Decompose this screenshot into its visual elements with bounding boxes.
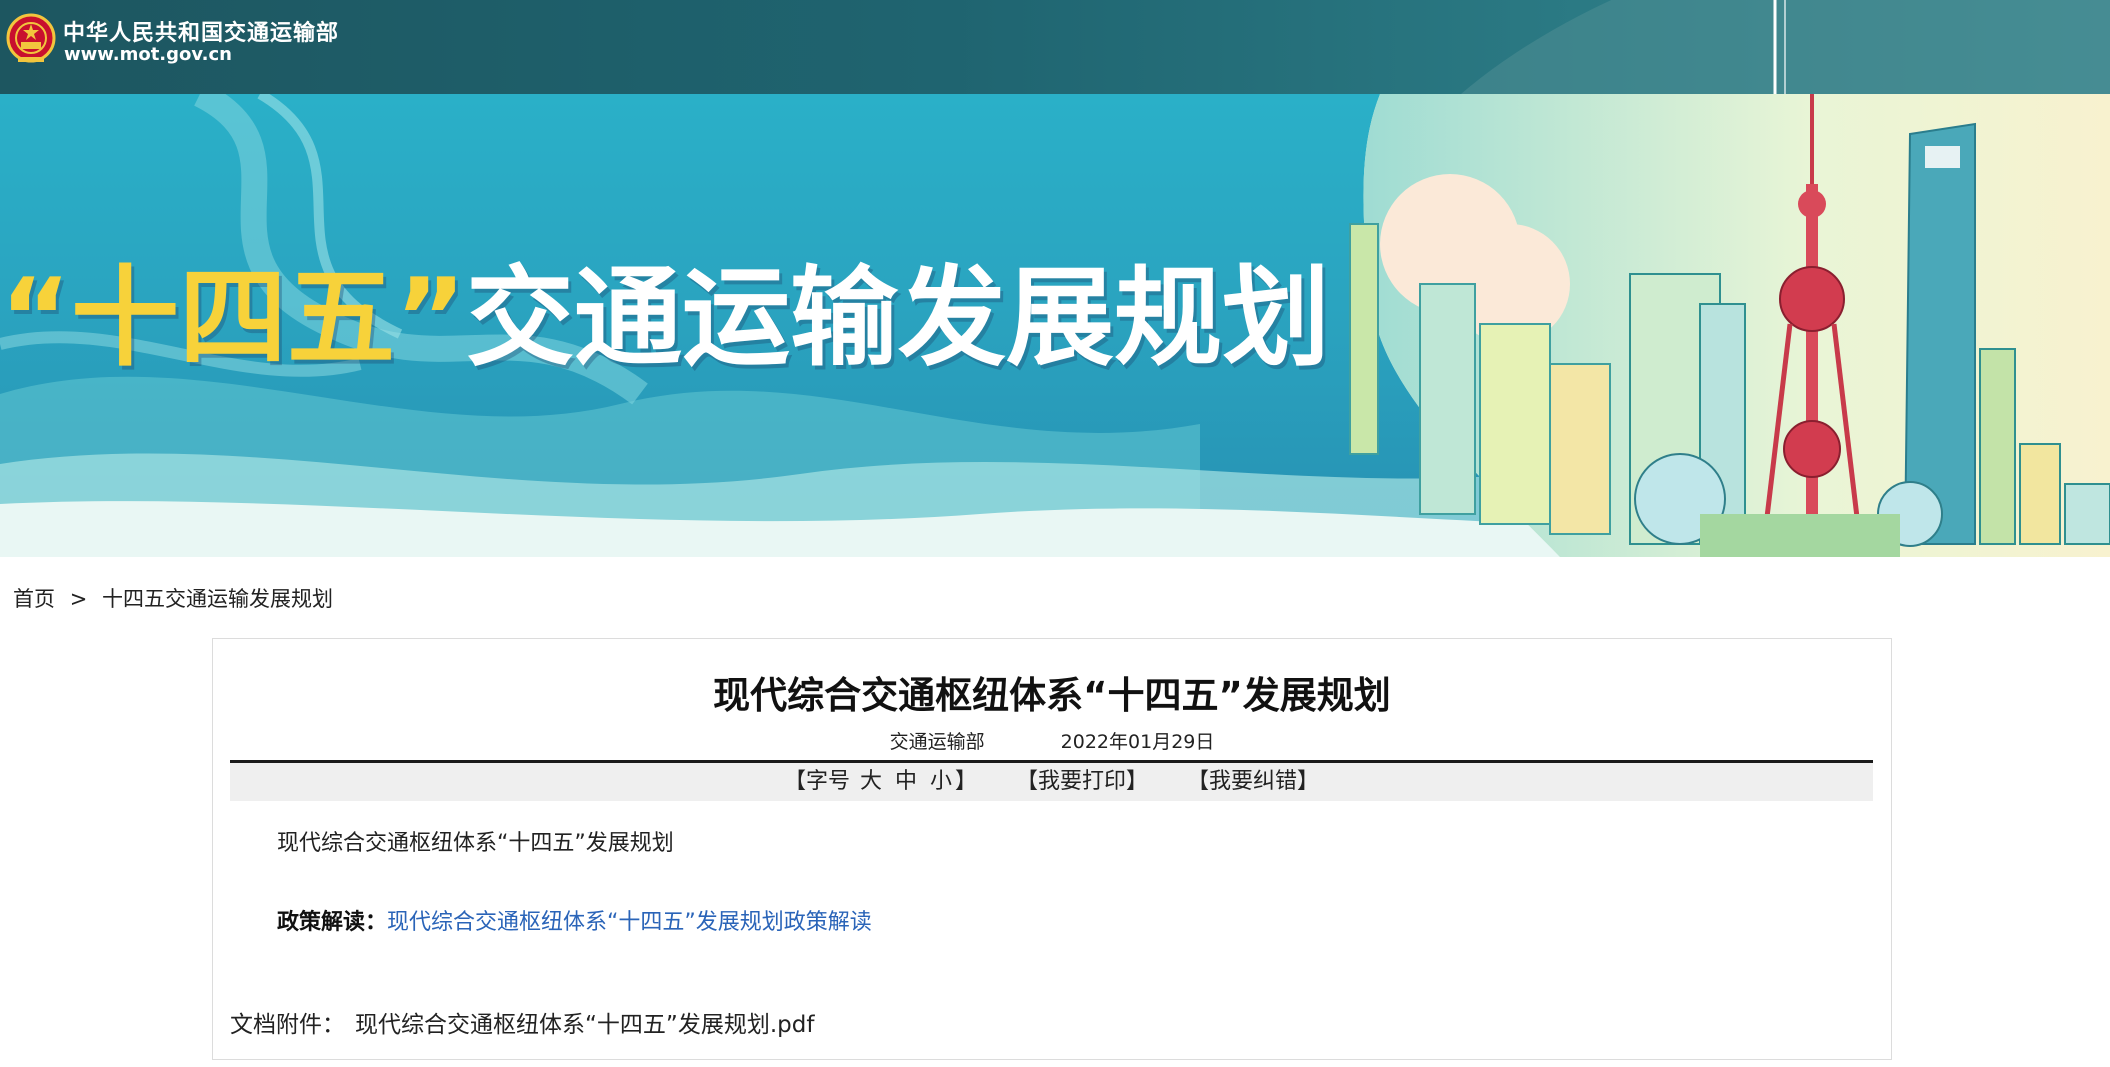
font-size-close: 】 (955, 769, 978, 794)
policy-interpretation-link[interactable]: 现代综合交通枢纽体系“十四五”发展规划政策解读 (387, 910, 872, 935)
article-toolbar: 【字号 大 中 小】 【我要打印】 【我要纠错】 (230, 760, 1873, 801)
article-meta: 交通运输部 2022年01月29日 (213, 727, 1891, 754)
font-size-control: 【字号 大 中 小】 (784, 769, 984, 794)
article-date: 2022年01月29日 (1060, 731, 1215, 753)
attachment-pdf-link[interactable]: 现代综合交通枢纽体系“十四五”发展规划.pdf (355, 1012, 814, 1038)
font-size-large-button[interactable]: 大 (860, 769, 882, 794)
report-error-button[interactable]: 【我要纠错】 (1187, 769, 1319, 794)
ministry-name: 中华人民共和国交通运输部 (63, 21, 340, 46)
header-skyline-decoration (1461, 0, 2110, 94)
font-size-medium-button[interactable]: 中 (895, 769, 917, 794)
policy-label: 政策解读： (277, 910, 388, 935)
national-emblem-icon[interactable] (6, 12, 56, 66)
banner-title-highlight: “十四五” (0, 256, 466, 381)
article-source: 交通运输部 (889, 731, 985, 753)
print-button[interactable]: 【我要打印】 (1016, 769, 1148, 794)
site-url: www.mot.gov.cn (64, 44, 232, 65)
banner-title-main: 交通运输发展规划 (465, 256, 1330, 381)
article-panel: 现代综合交通枢纽体系“十四五”发展规划 交通运输部 2022年01月29日 【字… (212, 638, 1892, 1060)
policy-interpretation: 政策解读：现代综合交通枢纽体系“十四五”发展规划政策解读 (277, 904, 872, 936)
banner-title: “十四五”交通运输发展规划 (0, 254, 1330, 384)
article-body-text: 现代综合交通枢纽体系“十四五”发展规划 (277, 831, 674, 856)
breadcrumb-separator: > (69, 587, 88, 611)
site-header: 中华人民共和国交通运输部 www.mot.gov.cn (0, 0, 2110, 94)
attachment-label: 文档附件： (230, 1012, 345, 1038)
breadcrumb: 首页 > 十四五交通运输发展规划 (13, 583, 333, 613)
article-title: 现代综合交通枢纽体系“十四五”发展规划 (713, 674, 1391, 717)
font-size-small-button[interactable]: 小 (930, 769, 952, 794)
font-size-label: 【字号 (783, 769, 850, 794)
breadcrumb-current-link[interactable]: 十四五交通运输发展规划 (102, 587, 333, 611)
hero-banner: “十四五”交通运输发展规划 (0, 94, 2110, 557)
document-attachment: 文档附件： 现代综合交通枢纽体系“十四五”发展规划.pdf (230, 1005, 814, 1039)
breadcrumb-home-link[interactable]: 首页 (13, 587, 55, 611)
